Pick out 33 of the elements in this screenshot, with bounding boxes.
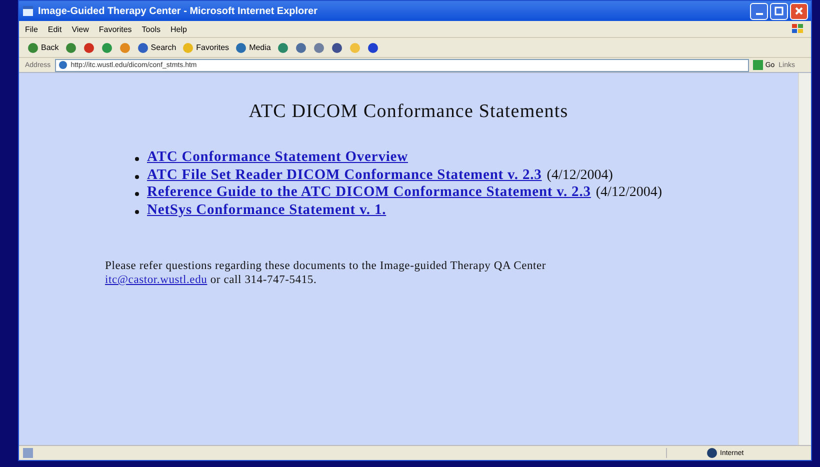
document-link[interactable]: NetSys Conformance Statement v. 1. xyxy=(147,202,386,218)
close-icon xyxy=(794,6,804,16)
favorites-button[interactable]: Favorites xyxy=(182,42,230,54)
close-button[interactable] xyxy=(790,2,808,20)
bullet-icon xyxy=(135,174,139,178)
document-link[interactable]: Reference Guide to the ATC DICOM Conformance Statement v. 2.3 xyxy=(147,184,591,200)
windows-logo-icon xyxy=(791,23,805,35)
minimize-icon xyxy=(756,13,762,15)
search-button[interactable]: Search xyxy=(136,42,176,54)
menu-item[interactable]: Help xyxy=(170,24,187,34)
date-note: (4/12/2004) xyxy=(596,185,662,200)
media-button[interactable]: Media xyxy=(235,42,271,54)
date-note: (4/12/2004) xyxy=(546,168,613,182)
menu-item[interactable]: File xyxy=(25,24,38,34)
maximize-icon xyxy=(774,6,784,16)
minimize-button[interactable] xyxy=(750,2,768,20)
menu-item[interactable]: Favorites xyxy=(98,24,132,34)
menu-item[interactable]: View xyxy=(72,24,89,34)
document-link[interactable]: ATC File Set Reader DICOM Conformance Statement v. 2.3 xyxy=(147,166,542,182)
maximize-button[interactable] xyxy=(770,2,788,20)
email-link[interactable]: itc@castor.wustl.edu xyxy=(105,274,208,286)
back-button[interactable]: Back xyxy=(27,42,59,54)
scroll-bar[interactable] xyxy=(798,73,811,445)
menu-item[interactable]: Tools xyxy=(142,24,160,34)
bullet-icon xyxy=(135,210,139,214)
bullet-icon xyxy=(135,192,139,196)
contact-paragraph: Please refer questions regarding these documents to the Image-guided Therapy QA Center itc@castor.wustl.edu or call 314-747-5415. xyxy=(105,259,548,287)
browser-icon xyxy=(22,5,34,17)
bullet-icon xyxy=(135,157,139,161)
menu-item[interactable]: Edit xyxy=(48,24,62,34)
window-title: Image-Guided Therapy Center - Microsoft Internet Explorer xyxy=(38,6,318,16)
page-heading: ATC DICOM Conformance Statements xyxy=(248,101,570,123)
document-link[interactable]: ATC Conformance Statement Overview xyxy=(147,149,408,165)
